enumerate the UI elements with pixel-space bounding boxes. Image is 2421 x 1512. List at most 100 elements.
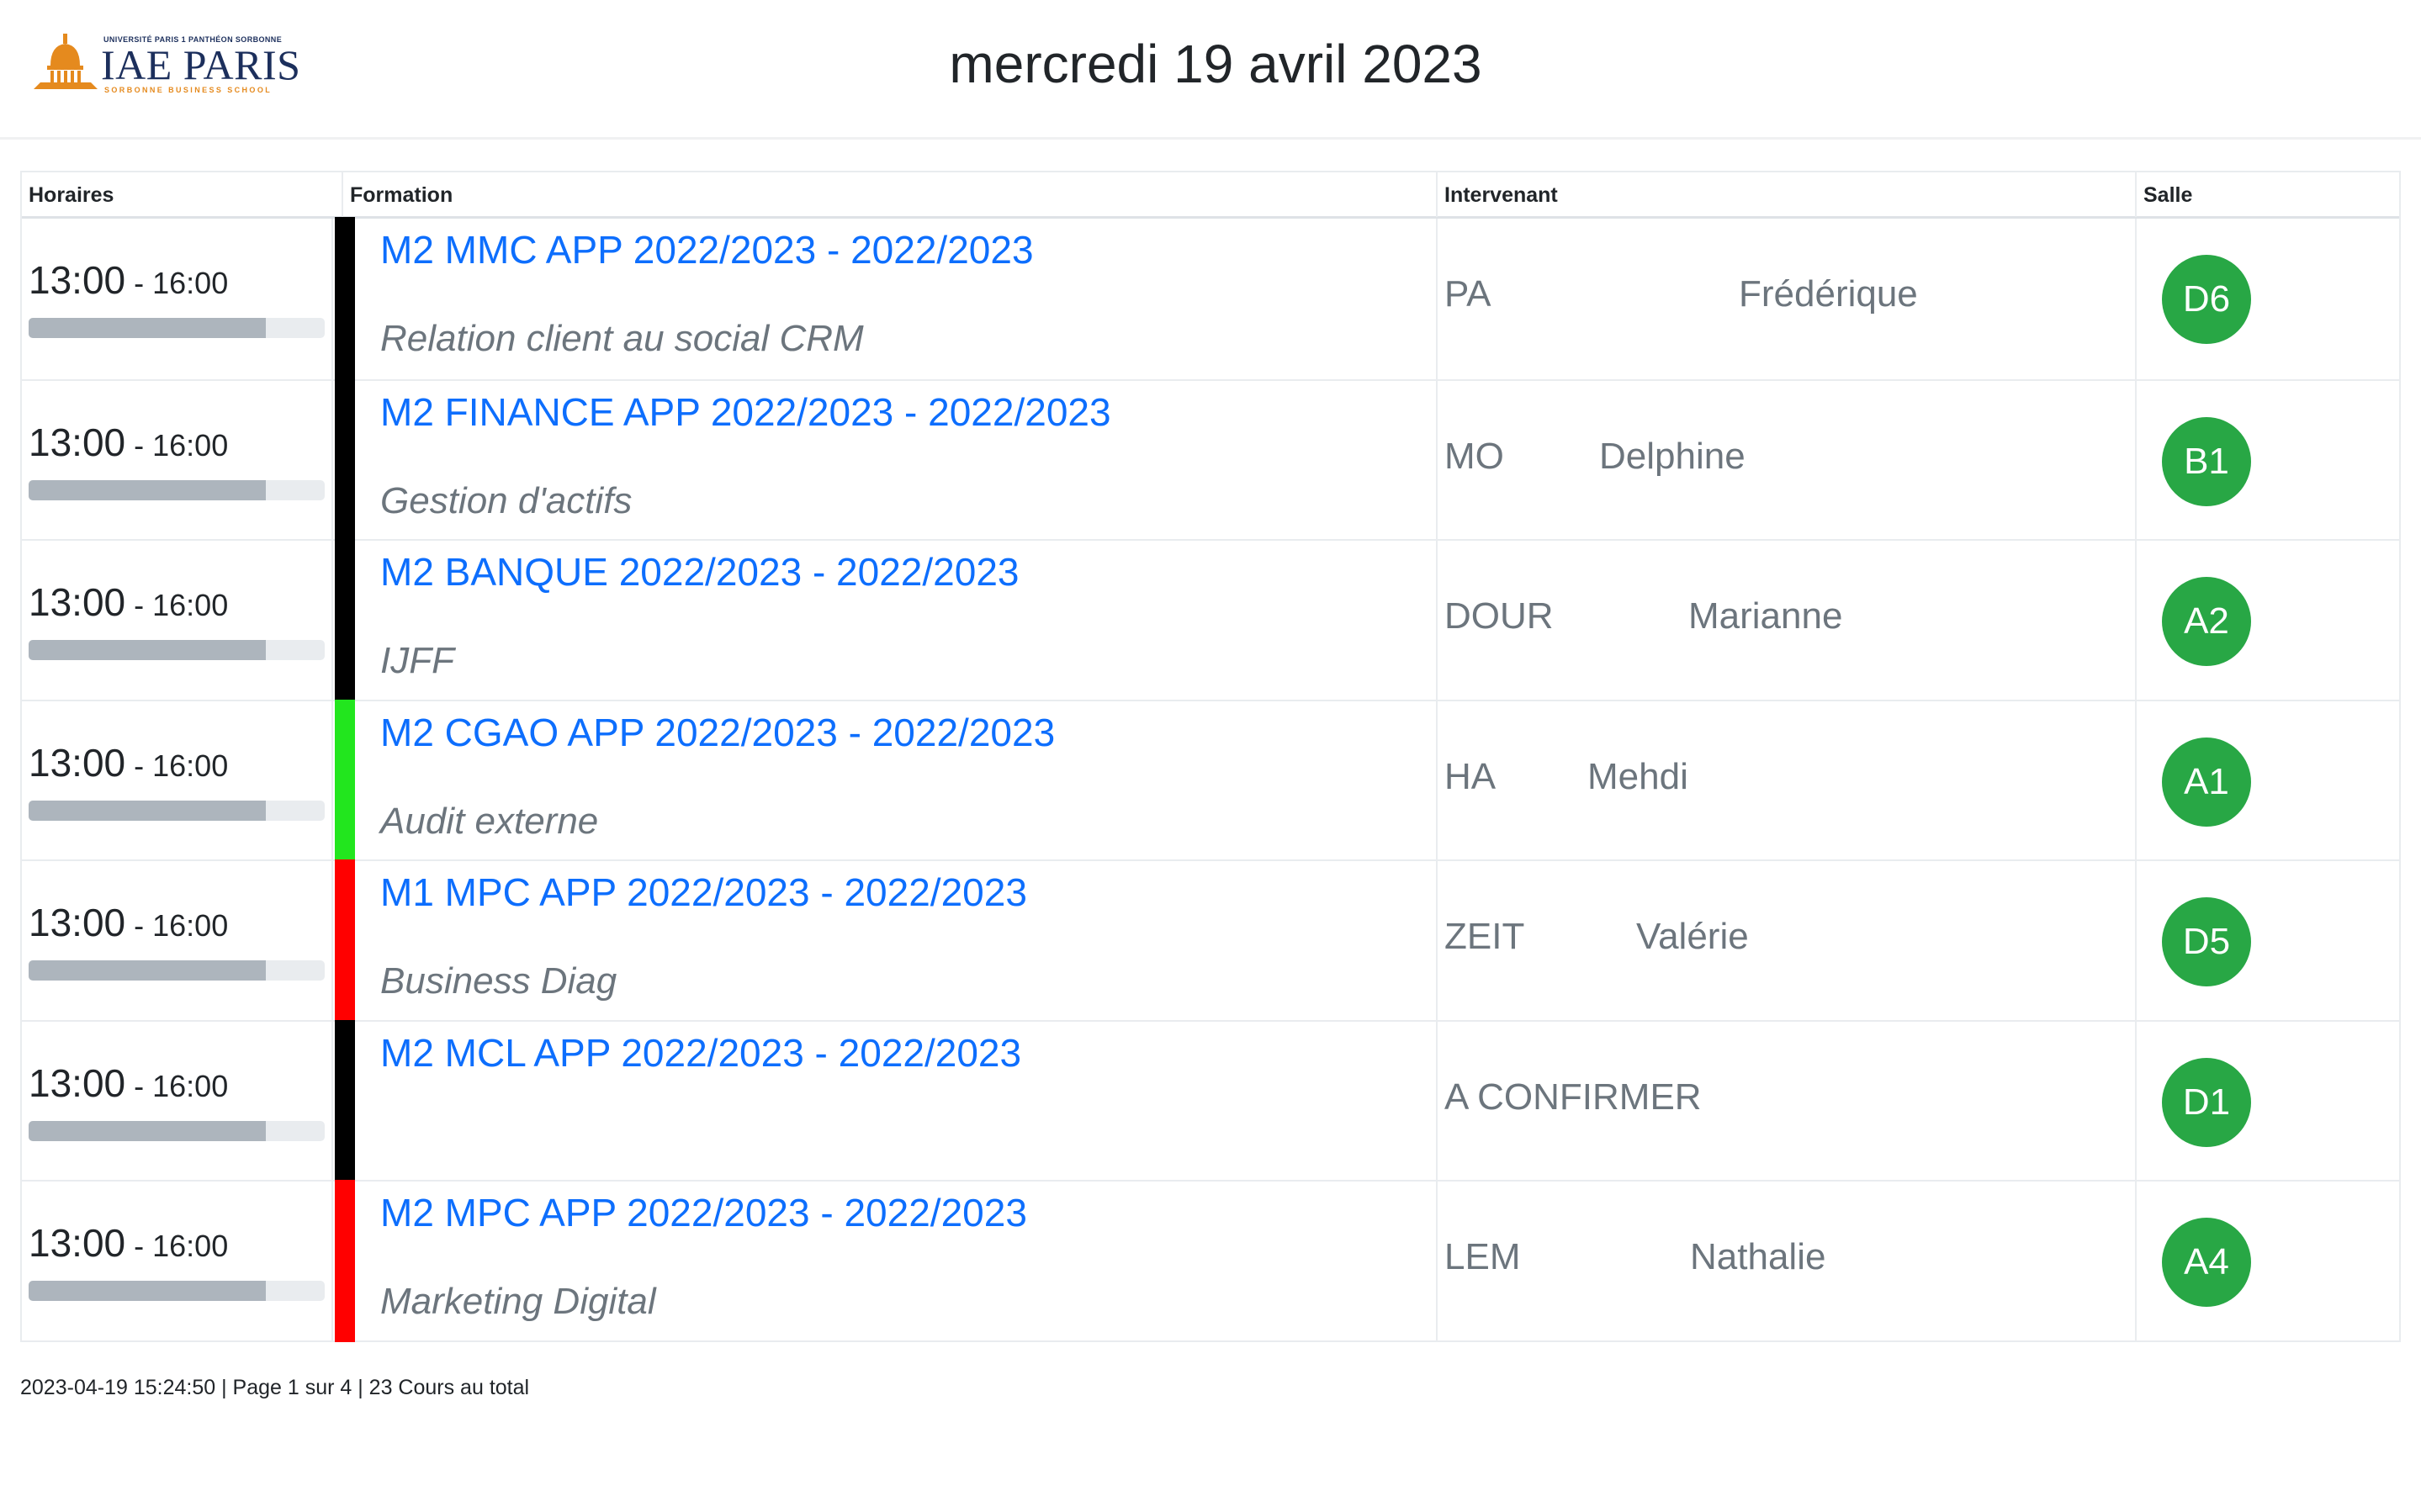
salle-cell: B1 — [2135, 380, 2402, 539]
intervenant-firstname: Delphine — [1599, 435, 1746, 477]
room-badge: D6 — [2162, 255, 2251, 344]
salle-cell: A1 — [2135, 700, 2402, 859]
table-row: 13:00 - 16:00 M1 MPC APP 2022/2023 - 202… — [22, 859, 2402, 1022]
intervenant-lastname: ZEIT — [1444, 916, 1525, 957]
footer-status: 2023-04-19 15:24:50 | Page 1 sur 4 | 23 … — [20, 1376, 530, 1399]
room-badge: B1 — [2162, 416, 2251, 506]
formation-link[interactable]: M2 MMC APP 2022/2023 - 2022/2023 — [380, 227, 1034, 272]
start-time: 13:00 — [29, 901, 126, 944]
time-separator: - — [125, 427, 153, 463]
progress-fill — [29, 318, 266, 338]
time-separator: - — [125, 588, 153, 622]
intervenant-firstname: Nathalie — [1690, 1236, 1826, 1277]
table-row: 13:00 - 16:00 M2 BANQUE 2022/2023 - 2022… — [22, 539, 2402, 701]
session-progress-bar — [29, 479, 325, 500]
table-body: 13:00 - 16:00 M2 MMC APP 2022/2023 - 202… — [22, 217, 2402, 1342]
formation-cell: M2 FINANCE APP 2022/2023 - 2022/2023 Ges… — [331, 378, 1436, 541]
start-time: 13:00 — [29, 1221, 126, 1265]
end-time: 16:00 — [152, 908, 229, 943]
room-badge: D5 — [2162, 897, 2251, 986]
formation-link[interactable]: M2 FINANCE APP 2022/2023 - 2022/2023 — [380, 389, 1111, 435]
room-badge: A1 — [2162, 737, 2251, 827]
progress-fill — [29, 640, 266, 660]
course-subject: Business Diag — [380, 960, 617, 1002]
column-header-salle: Salle — [2135, 172, 2402, 217]
formation-color-bar — [335, 1019, 355, 1182]
salle-cell: D5 — [2135, 861, 2402, 1020]
salle-cell: A2 — [2135, 541, 2402, 700]
formation-link[interactable]: M2 BANQUE 2022/2023 - 2022/2023 — [380, 549, 1020, 595]
end-time: 16:00 — [152, 427, 229, 463]
time-range: 13:00 - 16:00 — [29, 900, 228, 945]
session-progress-bar — [29, 960, 325, 981]
formation-link[interactable]: M2 MPC APP 2022/2023 - 2022/2023 — [380, 1190, 1027, 1235]
formation-link[interactable]: M2 MCL APP 2022/2023 - 2022/2023 — [380, 1030, 1021, 1076]
time-cell: 13:00 - 16:00 — [22, 1182, 331, 1340]
start-time: 13:00 — [29, 740, 126, 785]
course-subject: Marketing Digital — [380, 1281, 656, 1322]
time-separator: - — [125, 266, 153, 300]
formation-color-bar — [335, 539, 355, 701]
formation-color-bar — [335, 217, 355, 381]
course-subject: Audit externe — [380, 800, 599, 842]
time-range: 13:00 - 16:00 — [29, 1220, 228, 1266]
formation-cell: M2 MCL APP 2022/2023 - 2022/2023 — [331, 1019, 1436, 1182]
intervenant-cell: A CONFIRMER — [1436, 1021, 2135, 1180]
column-header-horaires: Horaires — [29, 183, 114, 207]
progress-fill — [29, 1120, 266, 1141]
intervenant-firstname: Frédérique — [1739, 273, 1918, 315]
intervenant-lastname: LEM — [1444, 1236, 1521, 1277]
intervenant-firstname: Marianne — [1688, 595, 1843, 637]
intervenant-lastname: MO — [1444, 435, 1504, 477]
table-header: Horaires Formation Intervenant Salle — [22, 172, 2399, 219]
course-subject: Relation client au social CRM — [380, 318, 864, 359]
salle-cell: D1 — [2135, 1021, 2402, 1180]
salle-cell: A4 — [2135, 1182, 2402, 1340]
start-time: 13:00 — [29, 258, 126, 302]
time-range: 13:00 - 16:00 — [29, 579, 228, 625]
formation-cell: M2 MMC APP 2022/2023 - 2022/2023 Relatio… — [331, 217, 1436, 381]
time-cell: 13:00 - 16:00 — [22, 1022, 331, 1181]
intervenant-cell: MO Delphine — [1436, 380, 2135, 539]
progress-fill — [29, 960, 266, 981]
table-row: 13:00 - 16:00 M2 MPC APP 2022/2023 - 202… — [22, 1180, 2402, 1342]
time-range: 13:00 - 16:00 — [29, 420, 228, 465]
time-separator: - — [125, 1229, 153, 1263]
start-time: 13:00 — [29, 420, 126, 464]
intervenant-cell: DOUR Marianne — [1436, 541, 2135, 700]
time-cell: 13:00 - 16:00 — [22, 219, 331, 379]
session-progress-bar — [29, 318, 325, 338]
time-range: 13:00 - 16:00 — [29, 740, 228, 785]
room-badge: A2 — [2162, 577, 2251, 666]
time-cell: 13:00 - 16:00 — [22, 861, 331, 1020]
progress-fill — [29, 1281, 266, 1301]
page-header: UNIVERSITÉ PARIS 1 PANTHÉON SORBONNE IAE… — [0, 0, 2421, 140]
end-time: 16:00 — [152, 588, 229, 622]
session-progress-bar — [29, 800, 325, 821]
intervenant-lastname: HA — [1444, 755, 1497, 797]
progress-fill — [29, 479, 266, 500]
session-progress-bar — [29, 640, 325, 660]
course-subject: Gestion d'actifs — [380, 479, 633, 521]
time-separator: - — [125, 748, 153, 783]
time-cell: 13:00 - 16:00 — [22, 701, 331, 860]
start-time: 13:00 — [29, 580, 126, 624]
intervenant-firstname: Valérie — [1636, 916, 1749, 957]
table-row: 13:00 - 16:00 M2 MCL APP 2022/2023 - 202… — [22, 1019, 2402, 1182]
end-time: 16:00 — [152, 748, 229, 783]
time-separator: - — [125, 908, 153, 943]
intervenant-lastname: DOUR — [1444, 595, 1554, 637]
room-badge: D1 — [2162, 1057, 2251, 1147]
table-row: 13:00 - 16:00 M2 CGAO APP 2022/2023 - 20… — [22, 699, 2402, 861]
page-title: mercredi 19 avril 2023 — [949, 34, 1482, 94]
time-separator: - — [125, 1068, 153, 1103]
formation-link[interactable]: M2 CGAO APP 2022/2023 - 2022/2023 — [380, 710, 1055, 755]
intervenant-cell: HA Mehdi — [1436, 700, 2135, 859]
formation-link[interactable]: M1 MPC APP 2022/2023 - 2022/2023 — [380, 870, 1027, 915]
end-time: 16:00 — [152, 1229, 229, 1263]
formation-color-bar — [335, 1180, 355, 1342]
intervenant-cell: LEM Nathalie — [1436, 1182, 2135, 1340]
table-row: 13:00 - 16:00 M2 MMC APP 2022/2023 - 202… — [22, 217, 2399, 381]
formation-cell: M1 MPC APP 2022/2023 - 2022/2023 Busines… — [331, 859, 1436, 1022]
end-time: 16:00 — [152, 266, 229, 300]
